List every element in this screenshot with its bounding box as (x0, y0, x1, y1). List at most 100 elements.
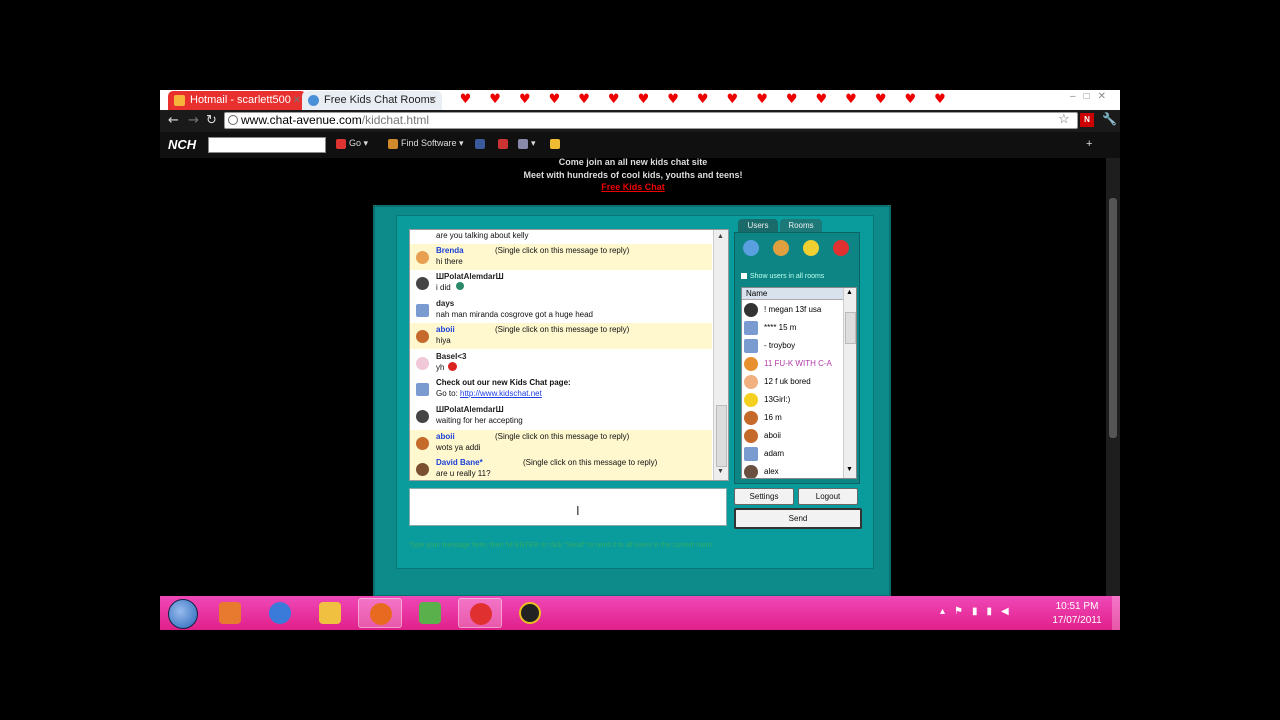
user-item[interactable]: 11 FU-K WITH C-A (742, 355, 842, 373)
feedback-icon[interactable] (550, 138, 563, 149)
user-item[interactable]: 16 m (742, 409, 842, 427)
system-tray[interactable]: ▴⚑▮▮◀ (940, 606, 1018, 617)
tab-users[interactable]: Users (738, 219, 778, 233)
message-sender: David Bane* (436, 458, 483, 467)
page-scrollbar[interactable] (1106, 158, 1120, 596)
message-item[interactable]: aboii (Single click on this message to r… (410, 430, 712, 456)
clock[interactable]: 10:51 PM 17/07/2011 (1040, 600, 1114, 628)
scroll-thumb[interactable] (845, 312, 856, 344)
address-bar[interactable]: www.chat-avenue.com/kidchat.html (224, 112, 1078, 129)
block-icon[interactable] (833, 240, 849, 256)
wrench-icon[interactable]: 🔧 (1102, 112, 1117, 126)
user-item[interactable]: 12 f uk bored (742, 373, 842, 391)
message-item[interactable]: ШPolatAlemdarШ waiting for her accepting (410, 403, 712, 429)
taskbar-firefox[interactable] (358, 598, 402, 628)
scroll-thumb[interactable] (716, 405, 727, 467)
facebook-icon[interactable] (475, 138, 488, 149)
taskbar-media-player[interactable] (508, 598, 552, 628)
hearts-theme-decoration: ♥♥♥♥♥♥♥♥♥♥♥♥♥♥♥♥♥♥ (430, 92, 964, 107)
user-item[interactable]: adam (742, 445, 842, 463)
user-name: **** 15 m (764, 323, 797, 332)
send-button[interactable]: Send (734, 508, 862, 529)
user-item[interactable]: aboii (742, 427, 842, 445)
find-software-button[interactable]: Find Software ▾ (388, 138, 464, 149)
input-hint: Type your message here, then hit ENTER o… (409, 542, 715, 549)
user-list[interactable]: Name ! megan 13f usa **** 15 m - troyboy… (741, 287, 857, 479)
nch-search-input[interactable] (208, 137, 326, 153)
smiley-icon (744, 393, 758, 407)
message-text: i did (436, 283, 451, 292)
user-item[interactable]: **** 15 m (742, 319, 842, 337)
message-text: wots ya addi (436, 443, 481, 452)
nch-extension-icon[interactable]: N (1080, 113, 1094, 127)
chat-applet: are you talking about kelly Brenda (Sing… (373, 205, 891, 597)
user-list-header[interactable]: Name (742, 288, 846, 300)
tab-rooms[interactable]: Rooms (780, 219, 822, 233)
message-input[interactable]: I (409, 488, 727, 526)
message-sender: aboii (436, 325, 455, 334)
tab-hotmail[interactable]: Hotmail - scarlett500 ✕ (168, 91, 306, 110)
message-item[interactable]: ШPolatAlemdarШ i did (410, 270, 712, 296)
reply-hint: (Single click on this message to reply) (495, 246, 630, 255)
user-profile-icon[interactable] (773, 240, 789, 256)
bookmark-star-icon[interactable]: ☆ (1058, 111, 1070, 127)
message-text: are u really 11? (436, 469, 491, 478)
computer-avatar-icon (744, 339, 758, 353)
browser-toolbar: ← → ↻ www.chat-avenue.com/kidchat.html ☆… (160, 110, 1120, 132)
message-text: yh (436, 363, 445, 372)
youtube-icon[interactable] (498, 138, 511, 149)
message-item[interactable]: Brenda (Single click on this message to … (410, 244, 712, 270)
message-item[interactable]: are you talking about kelly (410, 230, 712, 244)
nch-logo[interactable]: NCH (168, 137, 196, 152)
user-name: ! megan 13f usa (764, 305, 822, 314)
message-item[interactable]: days nah man miranda cosgrove got a huge… (410, 297, 712, 323)
message-item[interactable]: David Bane* (Single click on this messag… (410, 456, 712, 480)
settings-button[interactable]: Settings (734, 488, 794, 505)
taskbar-messenger[interactable] (408, 598, 452, 628)
taskbar-media-center[interactable] (208, 598, 252, 628)
back-icon[interactable]: ← (168, 113, 179, 128)
user-list-scrollbar[interactable]: ▲ ▼ (843, 288, 856, 478)
computer-avatar-icon (744, 321, 758, 335)
avatar (744, 411, 758, 425)
message-panel[interactable]: are you talking about kelly Brenda (Sing… (409, 229, 729, 481)
scroll-up-icon[interactable]: ▲ (846, 289, 853, 296)
free-kids-chat-link[interactable]: Free Kids Chat (601, 182, 665, 192)
taskbar-explorer[interactable] (308, 598, 352, 628)
scroll-down-icon[interactable]: ▼ (717, 468, 724, 475)
forward-icon[interactable]: → (188, 113, 199, 128)
user-item[interactable]: - troyboy (742, 337, 842, 355)
taskbar-chrome[interactable] (458, 598, 502, 628)
scroll-down-icon[interactable]: ▼ (846, 466, 853, 473)
start-button[interactable] (168, 599, 198, 629)
user-item[interactable]: 13Girl:) (742, 391, 842, 409)
message-item[interactable]: Check out our new Kids Chat page: Go to:… (410, 376, 712, 402)
logout-button[interactable]: Logout (798, 488, 858, 505)
scroll-up-icon[interactable]: ▲ (717, 233, 724, 240)
avatar (744, 375, 758, 389)
add-icon[interactable]: + (1086, 138, 1092, 150)
message-item[interactable]: aboii (Single click on this message to r… (410, 323, 712, 349)
kidschat-link[interactable]: http://www.kidschat.net (460, 389, 542, 398)
page-scroll-thumb[interactable] (1109, 198, 1117, 438)
info-icon[interactable] (743, 240, 759, 256)
promo-line-1: Come join an all new kids chat site (558, 157, 708, 167)
message-scrollbar[interactable]: ▲ ▼ (713, 230, 728, 480)
reload-icon[interactable]: ↻ (206, 113, 217, 128)
user-item[interactable]: alex (742, 463, 842, 478)
user-item[interactable]: ! megan 13f usa (742, 301, 842, 319)
address-path: /kidchat.html (361, 113, 430, 127)
message-sender: Basel<3 (436, 352, 467, 361)
avatar (744, 357, 758, 371)
window-controls[interactable]: ‒□✕ (1070, 91, 1114, 102)
close-icon[interactable]: ✕ (429, 91, 437, 110)
go-button[interactable]: Go ▾ (336, 138, 368, 149)
message-item[interactable]: Basel<3 yh (410, 350, 712, 376)
tools-icon[interactable]: ▾ (518, 138, 536, 149)
show-desktop-button[interactable] (1112, 596, 1120, 630)
show-all-users-checkbox[interactable]: Show users in all rooms (741, 273, 824, 280)
close-icon[interactable]: ✕ (293, 91, 301, 110)
taskbar-internet-explorer[interactable] (258, 598, 302, 628)
favorite-icon[interactable] (803, 240, 819, 256)
tab-free-kids-chat[interactable]: Free Kids Chat Rooms ✕ (302, 91, 442, 110)
